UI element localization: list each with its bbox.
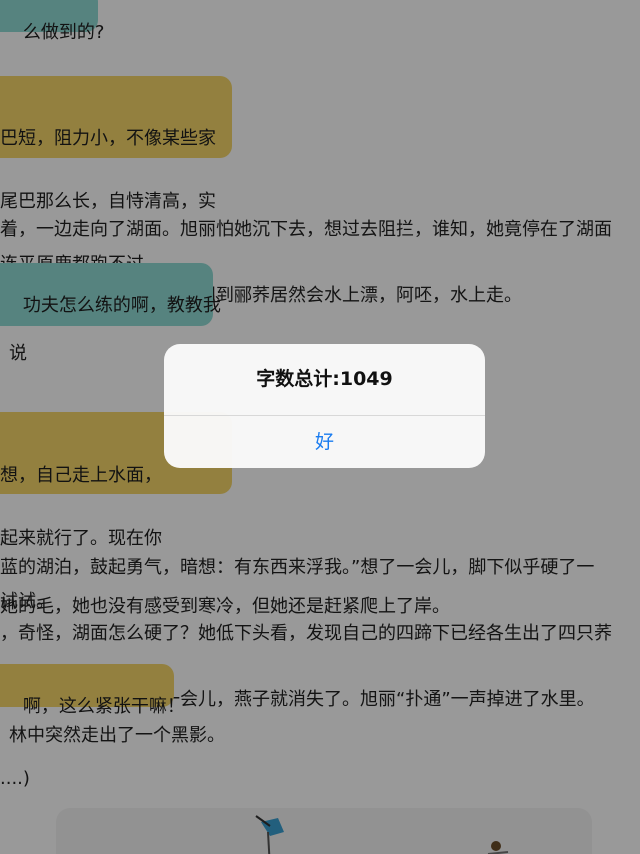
- alert-dialog: 字数总计:1049 好: [164, 344, 485, 468]
- alert-title: 字数总计:1049: [256, 368, 393, 390]
- ok-button[interactable]: 好: [164, 416, 485, 468]
